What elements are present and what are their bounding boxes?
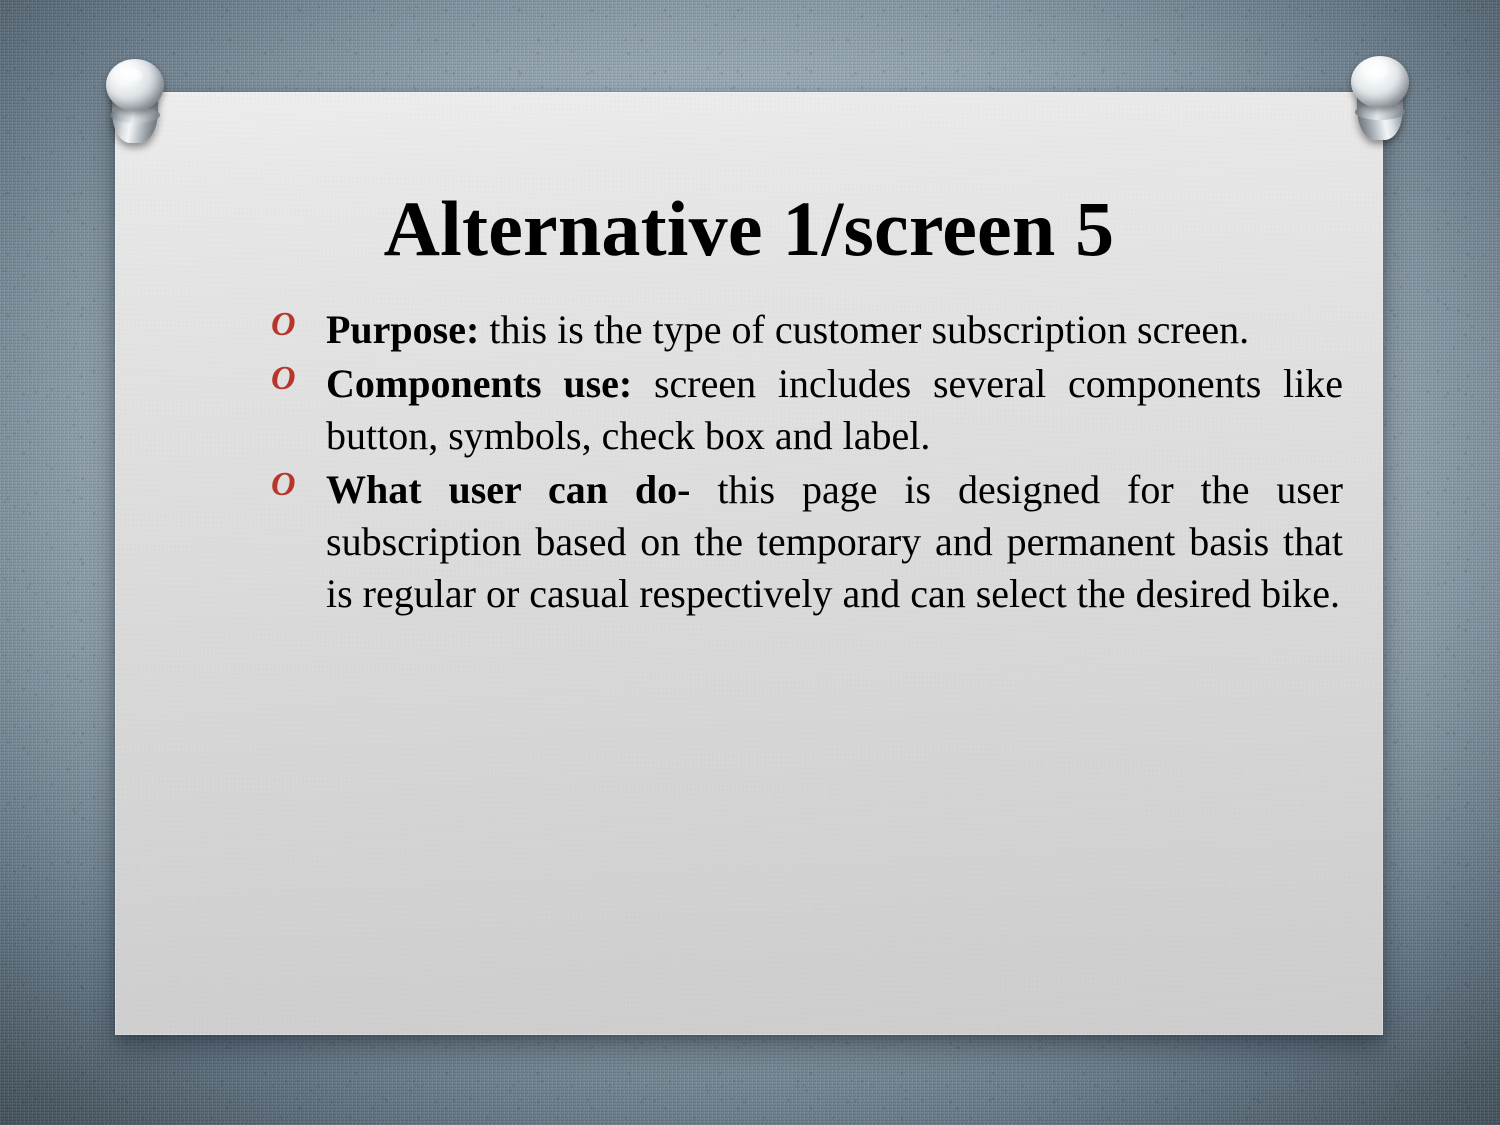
- list-item-body: this is the type of customer subscriptio…: [479, 307, 1250, 352]
- list-item-lead: What user can do-: [326, 467, 691, 512]
- presentation-slide: Alternative 1/screen 5 O Purpose: this is…: [0, 0, 1500, 1125]
- bullet-marker-icon: O: [271, 360, 296, 397]
- pushpin-highlight: [124, 69, 143, 82]
- pushpin-head: [1351, 56, 1409, 108]
- list-item: O Purpose: this is the type of customer s…: [265, 304, 1343, 356]
- page-title: Alternative 1/screen 5: [383, 185, 1115, 272]
- list-item: O What user can do- this page is designed…: [265, 464, 1343, 620]
- pushpin-icon: [1338, 52, 1422, 148]
- slide-card: Alternative 1/screen 5 O Purpose: this is…: [115, 92, 1383, 1035]
- bullet-list: O Purpose: this is the type of customer s…: [265, 304, 1343, 622]
- pushpin-icon: [93, 55, 177, 151]
- list-item-lead: Components use:: [326, 361, 633, 406]
- bullet-marker-icon: O: [271, 306, 296, 343]
- list-item-lead: Purpose:: [326, 307, 480, 352]
- bullet-marker-icon: O: [271, 466, 296, 503]
- pushpin-highlight: [1369, 66, 1388, 79]
- list-item: O Components use: screen includes several…: [265, 358, 1343, 462]
- pushpin-head: [106, 59, 164, 111]
